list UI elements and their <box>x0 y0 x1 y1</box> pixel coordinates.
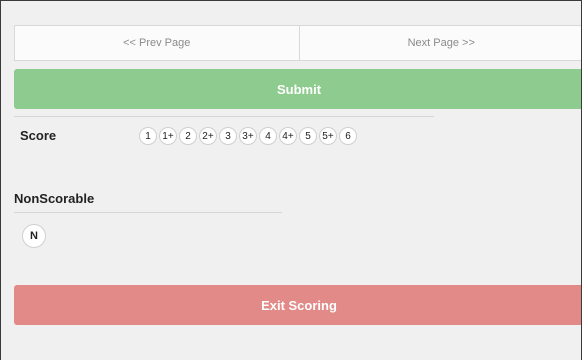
score-options: 1 1+ 2 2+ 3 3+ 4 4+ 5 5+ 6 <box>139 127 357 145</box>
score-option[interactable]: 2+ <box>199 127 217 145</box>
exit-scoring-button[interactable]: Exit Scoring <box>14 285 581 325</box>
submit-button[interactable]: Submit <box>14 69 581 109</box>
score-divider <box>14 116 434 117</box>
nonscorable-divider <box>14 212 282 213</box>
next-page-button[interactable]: Next Page >> <box>298 26 582 60</box>
score-option[interactable]: 6 <box>339 127 357 145</box>
score-option[interactable]: 3 <box>219 127 237 145</box>
score-option[interactable]: 4 <box>259 127 277 145</box>
nonscorable-option-n[interactable]: N <box>22 224 46 248</box>
pager: << Prev Page Next Page >> <box>14 25 582 61</box>
score-option[interactable]: 5+ <box>319 127 337 145</box>
score-label: Score <box>20 128 57 143</box>
score-option[interactable]: 3+ <box>239 127 257 145</box>
prev-page-button[interactable]: << Prev Page <box>15 26 299 60</box>
score-option[interactable]: 4+ <box>279 127 297 145</box>
score-option[interactable]: 5 <box>299 127 317 145</box>
nonscorable-label: NonScorable <box>14 191 95 206</box>
score-option[interactable]: 1+ <box>159 127 177 145</box>
scoring-panel: << Prev Page Next Page >> Submit Score 1… <box>0 0 582 360</box>
score-option[interactable]: 2 <box>179 127 197 145</box>
score-option[interactable]: 1 <box>139 127 157 145</box>
